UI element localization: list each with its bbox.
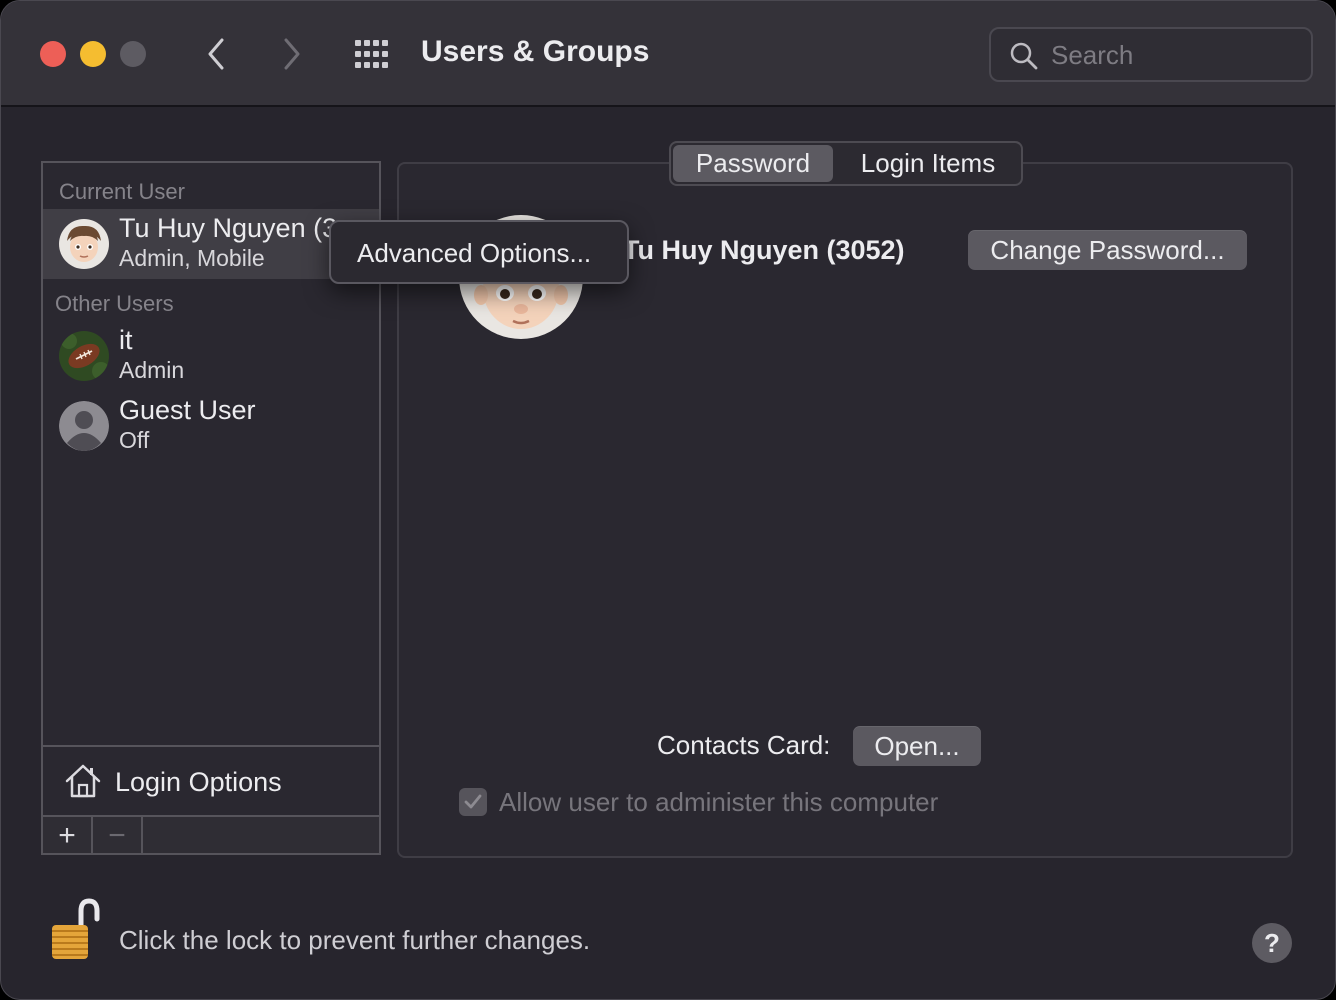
grid-icon (355, 40, 388, 68)
forward-button[interactable] (277, 37, 307, 71)
menu-item-advanced-options[interactable]: Advanced Options... (357, 238, 591, 269)
checkmark-icon (464, 794, 482, 809)
context-menu: Advanced Options... (329, 220, 629, 284)
user-role: Admin (119, 357, 185, 383)
user-name: Tu Huy Nguyen (3 (119, 213, 338, 243)
close-button[interactable] (40, 41, 66, 67)
chevron-right-icon (284, 38, 300, 70)
user-role: Admin, Mobile (119, 245, 265, 271)
user-full-name: Tu Huy Nguyen (3052) (623, 235, 905, 265)
users-groups-window: Users & Groups Current User (0, 0, 1336, 1000)
memoji-avatar-icon (59, 219, 109, 269)
login-options-item[interactable]: Login Options (43, 745, 379, 815)
user-name: Guest User (119, 395, 256, 425)
unlocked-lock-icon (52, 898, 100, 959)
contacts-card-label: Contacts Card: (657, 730, 831, 760)
user-name: it (119, 325, 133, 355)
other-users-header: Other Users (55, 291, 174, 316)
help-button[interactable]: ? (1252, 923, 1292, 963)
chevron-left-icon (208, 38, 224, 70)
remove-user-button[interactable]: − (93, 817, 143, 855)
add-user-button[interactable]: + (43, 817, 93, 855)
admin-checkbox[interactable] (459, 788, 487, 816)
title-bar: Users & Groups (1, 1, 1335, 107)
search-icon (1010, 42, 1038, 70)
change-password-button[interactable]: Change Password... (968, 230, 1247, 270)
tab-login-items[interactable]: Login Items (839, 145, 1017, 182)
search-field[interactable] (989, 27, 1313, 82)
generic-user-avatar-icon (59, 401, 109, 451)
minimize-button[interactable] (80, 41, 106, 67)
current-user-header: Current User (59, 179, 185, 204)
window-title: Users & Groups (421, 35, 650, 68)
admin-checkbox-label: Allow user to administer this computer (499, 787, 939, 817)
login-options-label: Login Options (115, 767, 282, 797)
football-avatar-icon (59, 331, 109, 381)
show-all-button[interactable] (353, 39, 393, 69)
lock-button[interactable] (47, 897, 103, 963)
back-button[interactable] (201, 37, 231, 71)
search-input[interactable] (1051, 39, 1301, 71)
tab-bar: Password Login Items (669, 141, 1023, 186)
lock-status-text: Click the lock to prevent further change… (119, 925, 591, 955)
tab-password[interactable]: Password (673, 145, 833, 182)
open-contacts-button[interactable]: Open... (853, 726, 981, 766)
user-role: Off (119, 427, 150, 453)
zoom-button[interactable] (120, 41, 146, 67)
house-icon (65, 764, 101, 798)
list-toolbar: + − (43, 815, 379, 855)
user-row-it[interactable]: it Admin (43, 321, 379, 391)
user-row-guest[interactable]: Guest User Off (43, 391, 379, 461)
